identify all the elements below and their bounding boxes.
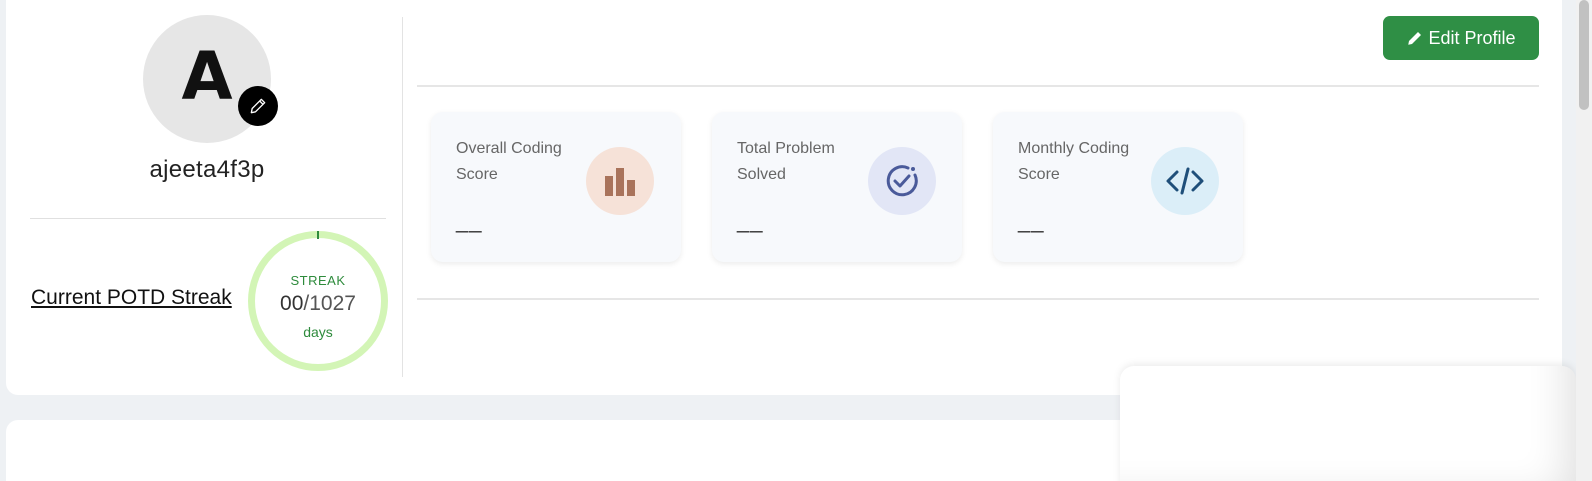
avatar-edit-button[interactable] [238,86,278,126]
streak-unit: days [303,324,333,340]
pencil-icon [250,98,266,114]
streak-value: 00/1027 [248,292,388,316]
stat-card-total-problem-solved: Total Problem Solved __ [712,112,962,262]
page-scrollbar[interactable] [1576,0,1592,481]
overlay-panel [1120,366,1576,481]
edit-profile-button[interactable]: Edit Profile [1383,16,1539,60]
avatar-letter: A [181,37,233,115]
divider [417,298,1539,300]
streak-total: /1027 [303,292,356,315]
scrollbar-thumb[interactable] [1579,0,1589,110]
stat-value: __ [1018,208,1045,233]
code-icon [1151,147,1219,215]
edit-profile-label: Edit Profile [1428,27,1516,48]
stat-label: Monthly Coding Score [1018,140,1130,183]
username: ajeeta4f3p [149,156,265,183]
bar-chart-icon [586,147,654,215]
stat-value: __ [456,208,483,233]
stat-value: __ [737,208,764,233]
current-potd-streak-link[interactable]: Current POTD Streak [31,286,232,310]
stat-card-overall-coding-score: Overall Coding Score __ [431,112,681,262]
stat-label: Total Problem Solved [737,140,835,183]
stat-label: Overall Coding Score [456,140,562,183]
divider [417,85,1539,87]
streak-title: STREAK [290,273,346,288]
divider [30,218,386,219]
check-circle-icon [868,147,936,215]
vertical-divider [402,17,403,377]
stat-card-monthly-coding-score: Monthly Coding Score __ [993,112,1243,262]
streak-current: 00 [280,292,304,315]
pencil-icon [1408,32,1422,45]
streak-progress-indicator [317,231,319,239]
